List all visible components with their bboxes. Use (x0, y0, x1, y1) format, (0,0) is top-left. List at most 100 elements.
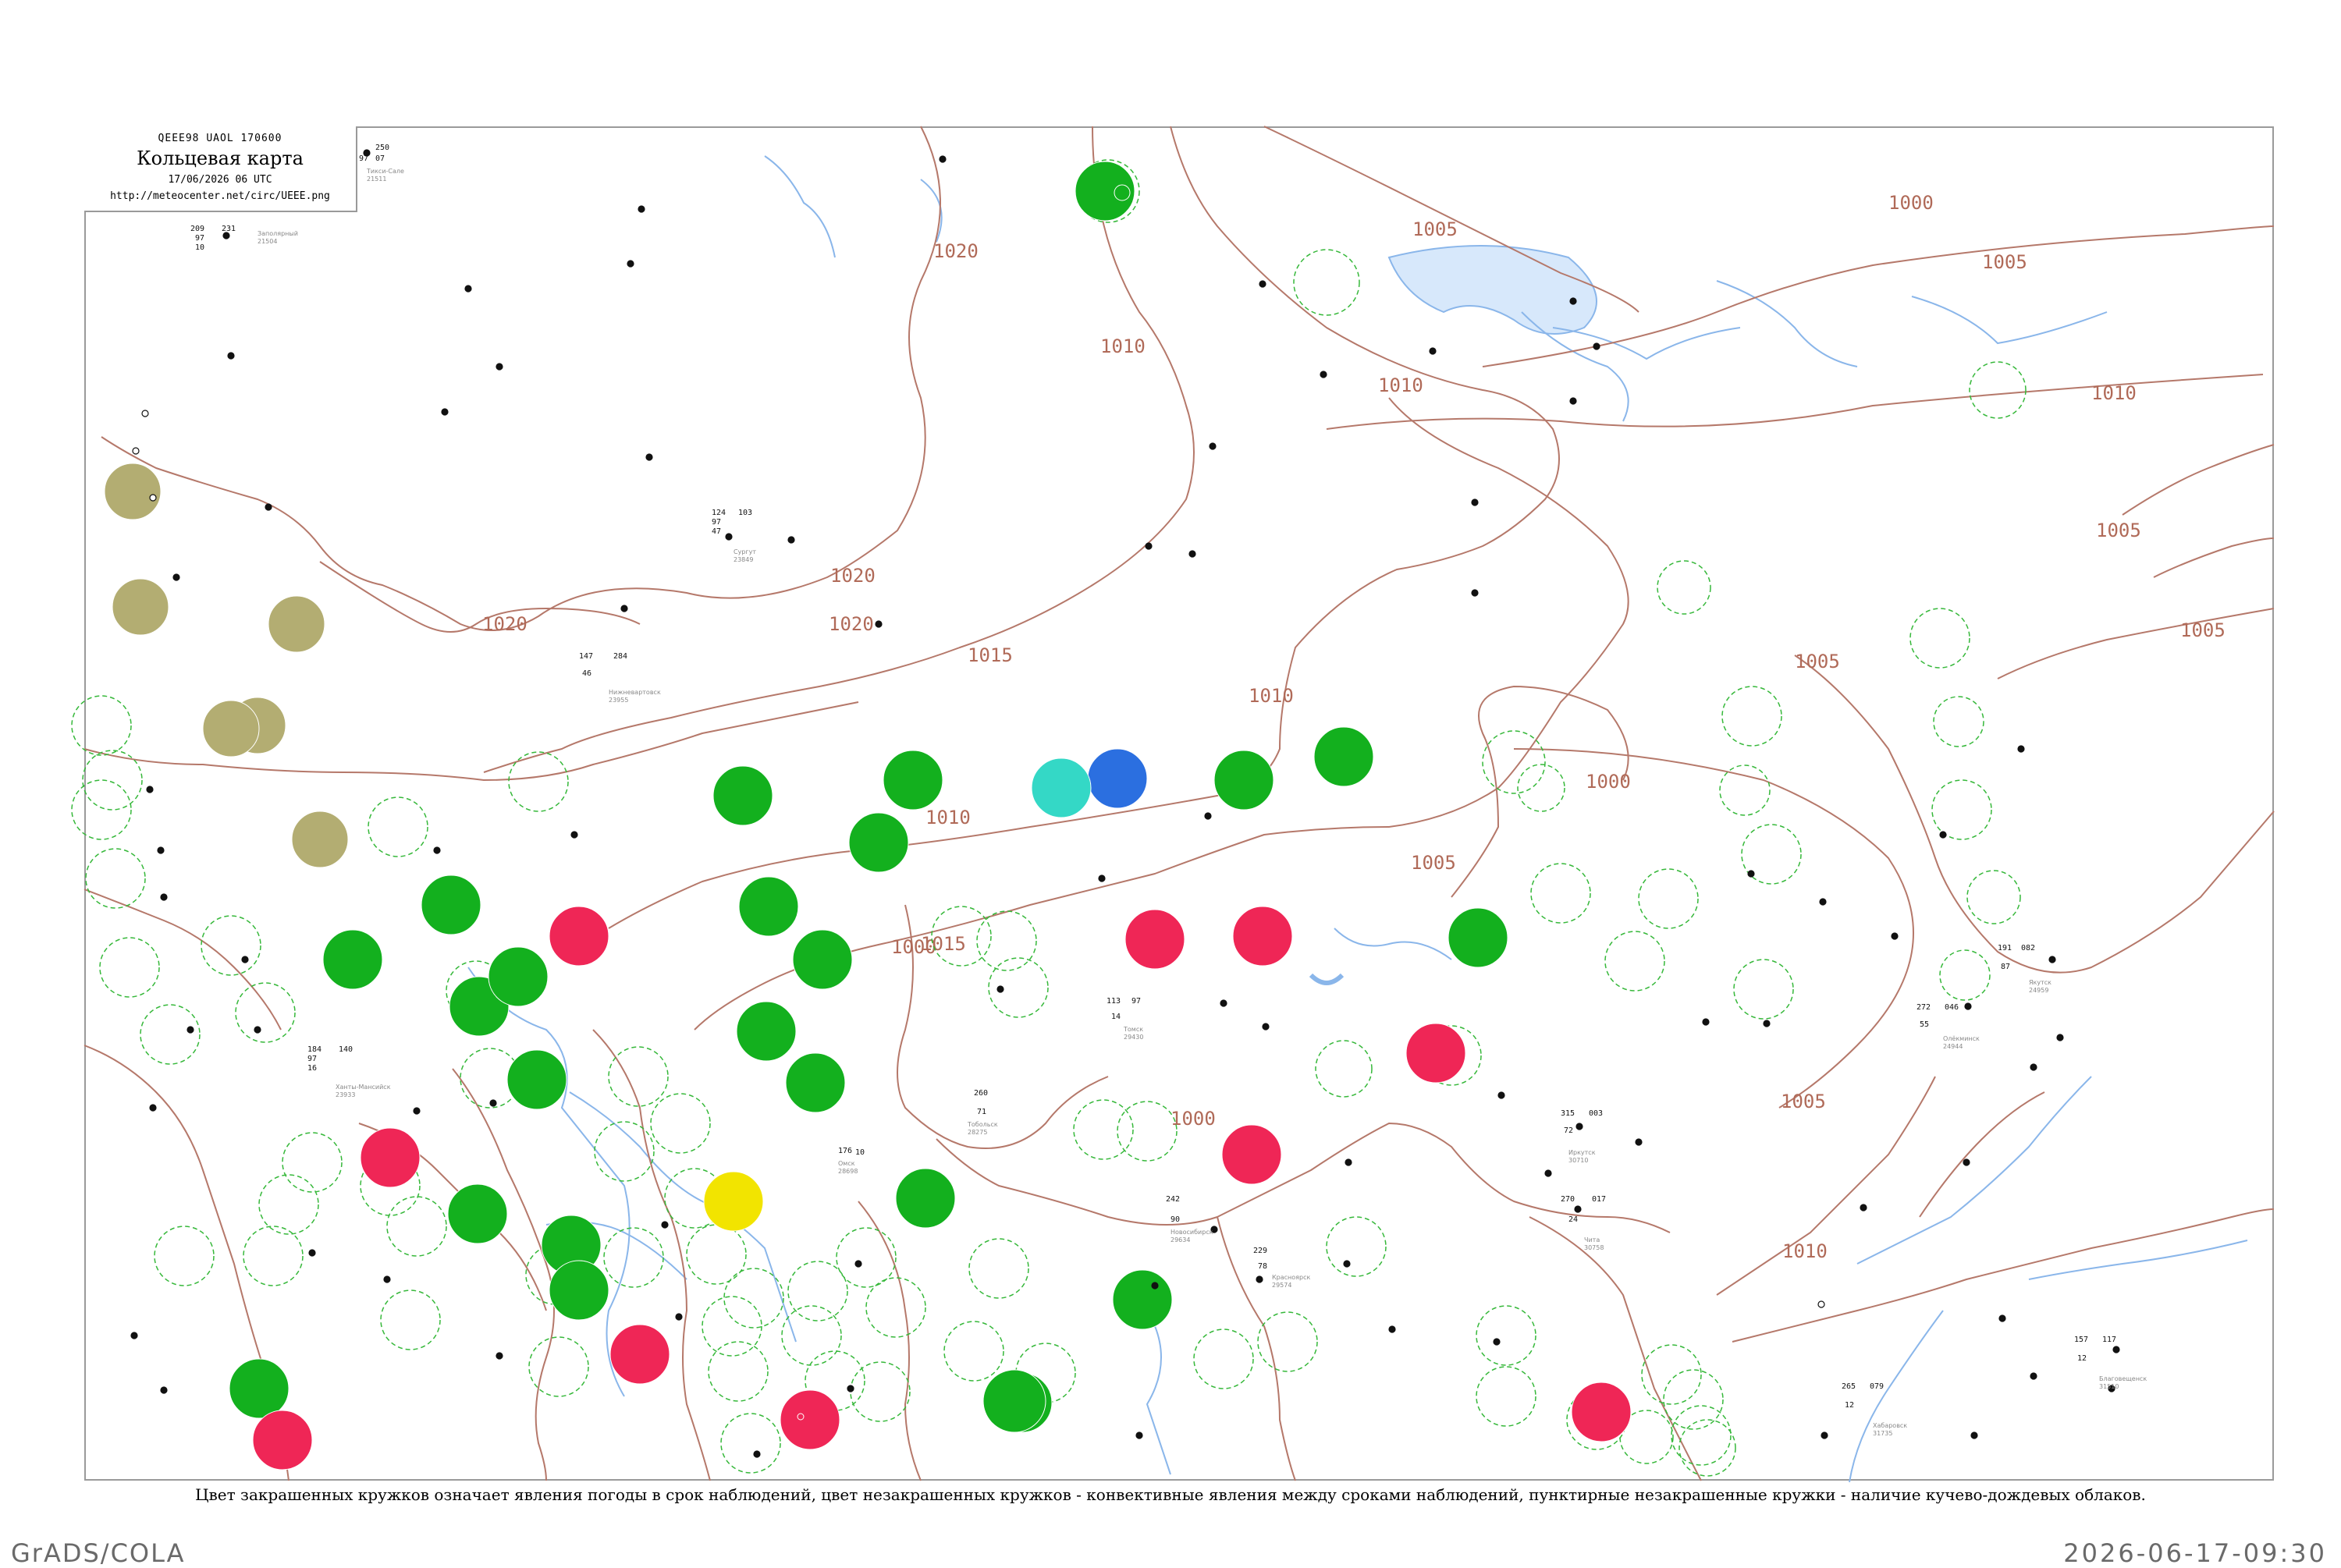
svg-text:140: 140 (339, 1045, 353, 1054)
svg-text:Чита: Чита (1584, 1236, 1600, 1243)
svg-text:97: 97 (359, 154, 368, 163)
svg-text:12: 12 (1845, 1401, 1854, 1410)
svg-text:Новосибирск: Новосибирск (1170, 1229, 1213, 1236)
render-timestamp: 2026-06-17-09:30 (2063, 1538, 2327, 1568)
svg-text:30710: 30710 (1568, 1157, 1588, 1164)
svg-text:23849: 23849 (734, 556, 753, 563)
svg-text:29430: 29430 (1124, 1034, 1143, 1041)
svg-text:Томск: Томск (1123, 1026, 1143, 1033)
svg-text:124: 124 (712, 509, 726, 517)
svg-text:272: 272 (1916, 1003, 1931, 1012)
svg-text:117: 117 (2102, 1336, 2116, 1344)
svg-text:29634: 29634 (1170, 1236, 1190, 1243)
isobar-label: 1005 (1781, 1091, 1826, 1112)
svg-text:Красноярск: Красноярск (1272, 1274, 1310, 1281)
svg-text:003: 003 (1589, 1109, 1603, 1118)
svg-text:103: 103 (738, 509, 752, 517)
svg-text:Тикси-Сале: Тикси-Сале (366, 168, 404, 175)
svg-text:046: 046 (1945, 1003, 1959, 1012)
svg-text:231: 231 (222, 225, 236, 233)
svg-text:24: 24 (1568, 1215, 1578, 1224)
svg-text:Благовещенск: Благовещенск (2099, 1375, 2147, 1382)
isobar-label: 1000 (1170, 1108, 1216, 1130)
isobar-label: 1000 (1888, 192, 1934, 214)
svg-text:113: 113 (1107, 997, 1121, 1006)
isobar-label: 1010 (1100, 335, 1146, 357)
svg-text:209: 209 (190, 225, 204, 233)
svg-text:97: 97 (712, 518, 721, 527)
svg-text:31510: 31510 (2099, 1383, 2119, 1390)
svg-text:23955: 23955 (609, 697, 628, 704)
svg-text:079: 079 (1870, 1382, 1884, 1391)
svg-text:284: 284 (613, 652, 627, 661)
svg-text:229: 229 (1253, 1247, 1267, 1255)
isobar-label: 1020 (482, 613, 528, 635)
svg-text:10: 10 (855, 1148, 865, 1157)
svg-text:46: 46 (582, 669, 591, 678)
svg-text:28698: 28698 (838, 1168, 858, 1175)
svg-text:Ханты-Мансийск: Ханты-Мансийск (336, 1084, 391, 1091)
svg-text:72: 72 (1564, 1126, 1573, 1135)
svg-text:16: 16 (307, 1064, 317, 1073)
map-datetime: 17/06/2026 06 UTC (168, 174, 272, 186)
svg-text:082: 082 (2021, 944, 2035, 953)
svg-text:97: 97 (195, 234, 204, 243)
isobar-label: 1015 (968, 644, 1013, 666)
svg-text:21511: 21511 (367, 176, 386, 183)
svg-text:55: 55 (1920, 1020, 1929, 1029)
svg-text:176: 176 (838, 1147, 852, 1155)
svg-text:184: 184 (307, 1045, 321, 1054)
svg-text:Омск: Омск (838, 1160, 855, 1167)
svg-text:191: 191 (1998, 944, 2012, 953)
svg-text:Тобольск: Тобольск (967, 1121, 998, 1128)
isobar-label: 1010 (1249, 685, 1294, 707)
svg-text:Сургут: Сургут (734, 548, 756, 555)
isobar-label: 1005 (1982, 251, 2027, 273)
weather-circles (104, 161, 1632, 1470)
svg-text:260: 260 (974, 1089, 988, 1098)
isobar-label: 1010 (925, 807, 971, 828)
svg-text:315: 315 (1561, 1109, 1575, 1118)
svg-text:Олёкминск: Олёкминск (1943, 1035, 1980, 1042)
svg-text:71: 71 (977, 1108, 986, 1116)
svg-text:24944: 24944 (1943, 1043, 1963, 1050)
isobar-label: 1000 (1586, 771, 1631, 793)
svg-text:78: 78 (1258, 1262, 1267, 1271)
svg-text:157: 157 (2074, 1336, 2088, 1344)
svg-text:12: 12 (2077, 1354, 2087, 1363)
svg-text:265: 265 (1842, 1382, 1856, 1391)
isobar-label: 1005 (2180, 619, 2226, 641)
svg-text:24959: 24959 (2029, 987, 2048, 994)
svg-text:250: 250 (375, 144, 389, 152)
isobar-label: 1020 (830, 565, 876, 587)
svg-text:242: 242 (1166, 1195, 1180, 1204)
svg-text:31735: 31735 (1873, 1430, 1892, 1437)
isobars (83, 126, 2275, 1481)
isobar-label: 1005 (1412, 218, 1458, 240)
isobar-label: 1010 (1378, 374, 1423, 396)
source-url[interactable]: http://meteocenter.net/circ/UEEE.png (84, 190, 356, 202)
cb-cloud-rings (71, 159, 2027, 1477)
map-title: Кольцевая карта (137, 147, 304, 169)
isobar-labels: 1020 1015 1010 1005 1000 1020 1020 1015 … (482, 192, 2226, 1262)
svg-text:270: 270 (1561, 1195, 1575, 1204)
svg-text:Якутск: Якутск (2029, 979, 2051, 986)
svg-text:90: 90 (1170, 1215, 1180, 1224)
isobar-label: 1020 (829, 613, 874, 635)
svg-text:87: 87 (2001, 963, 2010, 971)
svg-text:30758: 30758 (1584, 1244, 1604, 1251)
bulletin-code: QEEE98 UAOL 170600 (158, 133, 282, 144)
legend-caption: Цвет закрашенных кружков означает явлени… (195, 1485, 2146, 1504)
svg-text:97: 97 (1131, 997, 1141, 1006)
isobar-label: 1010 (1782, 1240, 1828, 1262)
svg-text:Иркутск: Иркутск (1568, 1149, 1596, 1156)
isobar-label: 1010 (2091, 382, 2137, 404)
svg-text:Нижневартовск: Нижневартовск (609, 689, 661, 696)
svg-text:47: 47 (712, 527, 721, 536)
isobar-label: 1005 (1411, 852, 1456, 874)
svg-text:21504: 21504 (258, 238, 277, 245)
svg-text:Хабаровск: Хабаровск (1873, 1422, 1907, 1429)
isobar-label: 1005 (2096, 520, 2141, 541)
isobar-label: 1015 (921, 933, 966, 955)
svg-text:23933: 23933 (336, 1091, 355, 1098)
